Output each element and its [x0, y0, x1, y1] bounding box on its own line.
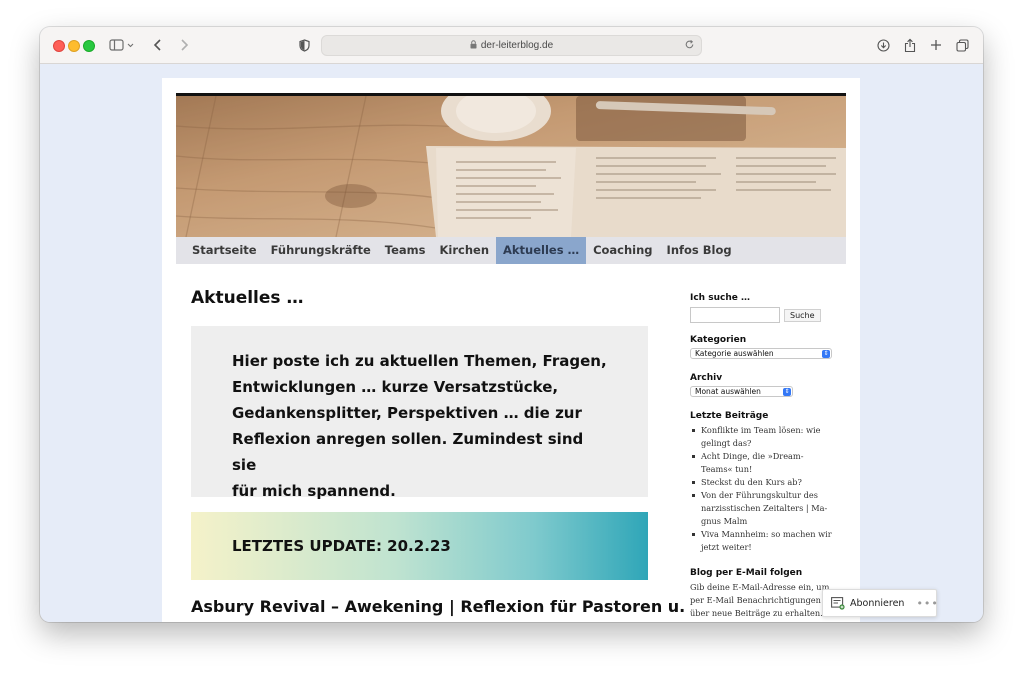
- categories-select-value: Kategorie auswählen: [695, 349, 774, 358]
- address-bar[interactable]: der-leiterblog.de: [321, 35, 702, 56]
- browser-toolbar: der-leiterblog.de: [40, 27, 983, 64]
- page-title: Aktuelles …: [191, 288, 304, 308]
- archive-select-value: Monat auswählen: [695, 387, 761, 396]
- tab-overview-icon[interactable]: [954, 35, 970, 55]
- recent-post-link[interactable]: Konflikte im Team lösen: wie gelingt das…: [690, 424, 840, 450]
- search-form: Suche: [690, 307, 840, 323]
- nav-item-teams[interactable]: Teams: [378, 237, 433, 264]
- web-viewport: Startseite Führungskräfte Teams Kirchen …: [40, 65, 983, 622]
- main-content: Aktuelles … Hier poste ich zu aktuellen …: [191, 288, 685, 616]
- nav-item-coaching[interactable]: Coaching: [586, 237, 659, 264]
- forward-icon[interactable]: [176, 35, 192, 55]
- more-options-icon[interactable]: •••: [916, 597, 938, 610]
- minimize-window-button[interactable]: [68, 40, 80, 52]
- sidebar: Ich suche … Suche Kategorien Kategorie a…: [690, 293, 840, 620]
- back-icon[interactable]: [150, 35, 166, 55]
- main-navigation: Startseite Führungskräfte Teams Kirchen …: [176, 237, 846, 264]
- recent-posts-list: Konflikte im Team lösen: wie gelingt das…: [690, 424, 840, 554]
- sidebar-toggle-icon[interactable]: [108, 35, 136, 55]
- lock-icon: [470, 39, 477, 52]
- nav-item-fuehrungskraefte[interactable]: Führungskräfte: [264, 237, 378, 264]
- last-update-banner: LETZTES UPDATE: 20.2.23: [191, 512, 648, 580]
- subscribe-label: Abonnieren: [850, 597, 905, 609]
- subscribe-icon: [831, 596, 845, 610]
- follow-heading: Blog per E-Mail folgen: [690, 568, 803, 578]
- nav-item-infos-blog[interactable]: Infos Blog: [660, 237, 739, 264]
- privacy-shield-icon[interactable]: [297, 35, 311, 55]
- maximize-window-button[interactable]: [83, 40, 95, 52]
- subscribe-widget[interactable]: Abonnieren •••: [822, 589, 938, 617]
- nav-item-kirchen[interactable]: Kirchen: [432, 237, 496, 264]
- close-window-button[interactable]: [53, 40, 65, 52]
- downloads-icon[interactable]: [875, 35, 891, 55]
- nav-item-startseite[interactable]: Startseite: [185, 237, 264, 264]
- search-heading: Ich suche …: [690, 293, 750, 303]
- intro-line: für mich spannend.: [232, 482, 396, 500]
- search-button[interactable]: Suche: [784, 308, 821, 322]
- select-chevron-icon: ⇕: [783, 388, 791, 396]
- recent-post-link[interactable]: Steckst du den Kurs ab?: [690, 476, 840, 489]
- browser-window: der-leiterblog.de Startseite Führungskrä…: [40, 27, 983, 622]
- intro-line: Entwicklungen … kurze Versatzstücke,: [232, 378, 559, 396]
- recent-posts-heading: Letzte Beiträge: [690, 411, 769, 421]
- recent-post-link[interactable]: Von der Führungskultur des narzisstische…: [690, 489, 840, 528]
- intro-line: Gedankensplitter, Perspektiven … die zur: [232, 404, 582, 422]
- new-tab-icon[interactable]: [928, 35, 944, 55]
- intro-line: Hier poste ich zu aktuellen Themen, Frag…: [232, 352, 607, 370]
- recent-post-link[interactable]: Acht Dinge, die »Dream- Teams« tun!: [690, 450, 840, 476]
- url-text: der-leiterblog.de: [480, 40, 554, 51]
- share-icon[interactable]: [902, 35, 918, 55]
- categories-heading: Kategorien: [690, 335, 747, 345]
- follow-description: Gib deine E-Mail-Adresse ein, um per E-M…: [690, 582, 830, 618]
- search-input[interactable]: [690, 307, 780, 323]
- categories-select[interactable]: Kategorie auswählen ⇕: [690, 348, 832, 359]
- archive-select[interactable]: Monat auswählen ⇕: [690, 386, 793, 397]
- recent-post-link[interactable]: Viva Mannheim: so machen wir jetzt weite…: [690, 528, 840, 554]
- select-chevron-icon: ⇕: [822, 350, 830, 358]
- intro-box: Hier poste ich zu aktuellen Themen, Frag…: [191, 326, 648, 500]
- reload-icon[interactable]: [684, 39, 695, 53]
- post-title-link[interactable]: Asbury Revival – Awekening | Reflexion f…: [191, 597, 685, 616]
- nav-item-aktuelles[interactable]: Aktuelles …: [496, 237, 587, 264]
- header-image: [176, 93, 846, 237]
- intro-line: Reflexion anregen sollen. Zumindest sind…: [232, 430, 584, 474]
- archive-heading: Archiv: [690, 373, 723, 383]
- blog-page: Startseite Führungskräfte Teams Kirchen …: [162, 78, 860, 622]
